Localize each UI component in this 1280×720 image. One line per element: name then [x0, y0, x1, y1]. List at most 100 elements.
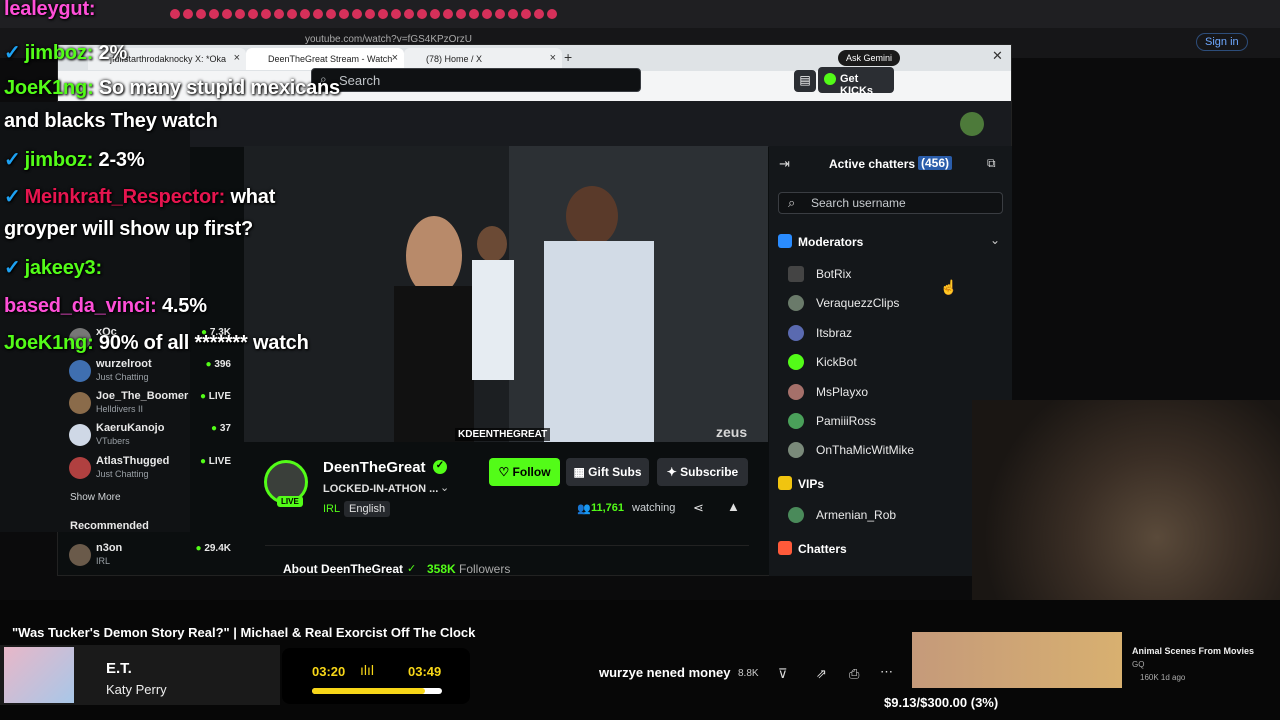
- streamer-name[interactable]: DeenTheGreat: [323, 459, 426, 476]
- recommended-title[interactable]: Animal Scenes From Movies: [1132, 646, 1254, 656]
- search-input[interactable]: ⌕ Search: [311, 68, 641, 92]
- tab-label: DeenTheGreat Stream - Watch: [268, 54, 393, 64]
- chat-username: Meinkraft_Respector:: [24, 186, 226, 208]
- search-icon: ⌕: [788, 195, 796, 210]
- channel-atlasthugged[interactable]: AtlasThugged Just Chatting LIVE: [69, 455, 239, 487]
- get-kicks-label: Get KICKs: [840, 73, 874, 97]
- chatter-name: Armenian_Rob: [816, 508, 897, 522]
- show-more-link[interactable]: Show More: [70, 492, 121, 503]
- channel-category: Helldivers II: [96, 404, 144, 414]
- chatter-name: KickBot: [816, 355, 857, 369]
- album-art: [4, 647, 74, 703]
- theater-mode-icon[interactable]: ▤: [794, 70, 816, 92]
- user-icon: [788, 295, 804, 311]
- user-avatar[interactable]: [960, 112, 984, 136]
- gift-icon: ▦: [573, 465, 589, 479]
- verified-icon: ✓: [407, 563, 417, 575]
- chevron-down-icon[interactable]: ⌄: [440, 481, 449, 494]
- recommended-channel: GQ: [1132, 660, 1145, 669]
- window-close-icon[interactable]: ✕: [992, 48, 1003, 64]
- username-search-input[interactable]: ⌕ Search username: [778, 192, 1003, 214]
- heart-icon: ♡: [498, 465, 513, 479]
- youtube-video-title[interactable]: "Was Tucker's Demon Story Real?" | Micha…: [12, 625, 475, 640]
- chatters-section-header[interactable]: Chatters: [778, 541, 847, 556]
- gift-subs-button[interactable]: ▦ Gift Subs: [566, 458, 649, 486]
- follow-label: Follow: [512, 465, 551, 479]
- chat-username: jakeey3:: [24, 257, 103, 279]
- user-icon: [788, 413, 804, 429]
- channel-watermark: KDEENTHEGREAT: [455, 428, 551, 441]
- follow-button[interactable]: ♡ Follow: [489, 458, 560, 486]
- chat-text: what: [230, 186, 276, 208]
- chat-text: 2-3%: [98, 149, 145, 171]
- chat-username: JoeK1ng:: [4, 332, 94, 354]
- channel-kaerukanojo[interactable]: KaeruKanojo VTubers 37: [69, 422, 239, 454]
- collapse-panel-icon[interactable]: ⇥: [779, 156, 790, 172]
- chatter-name: PamiiiRoss: [816, 414, 877, 428]
- dislike-icon[interactable]: ⊽: [778, 666, 788, 682]
- chat-text: groyper will show up first?: [4, 218, 254, 240]
- search-placeholder: Search: [339, 73, 381, 88]
- channel-wurzelroot[interactable]: wurzelroot Just Chatting 396: [69, 358, 239, 390]
- vip-badge-icon: [778, 476, 792, 490]
- user-icon: [788, 354, 804, 370]
- channel-name: AtlasThugged: [96, 455, 170, 467]
- channel-n3on[interactable]: n3on IRL 29.4K: [69, 542, 239, 574]
- outer-signin-button[interactable]: Sign in: [1196, 33, 1248, 51]
- chat-message: ✓ jakeey3:: [4, 255, 102, 280]
- stream-title: LOCKED-IN-ATHON ...: [323, 483, 439, 495]
- new-tab-icon[interactable]: +: [564, 49, 572, 65]
- chatter-name: Itsbraz: [816, 326, 853, 340]
- user-icon: [788, 507, 804, 523]
- category-link[interactable]: IRL: [323, 503, 340, 515]
- chat-username: based_da_vinci:: [4, 295, 157, 317]
- user-icon: [788, 384, 804, 400]
- song-timer: 03:20 ılıl 03:49: [282, 648, 470, 704]
- chatter-count: (456): [918, 156, 953, 170]
- ask-gemini-button[interactable]: Ask Gemini: [838, 50, 901, 66]
- close-icon[interactable]: ×: [392, 52, 398, 64]
- report-icon[interactable]: ▲: [727, 499, 740, 514]
- vips-section-header[interactable]: VIPs: [778, 476, 824, 491]
- kicks-coin-icon: [824, 73, 836, 85]
- chevron-down-icon[interactable]: ⌄: [990, 233, 1000, 247]
- chat-username: jimboz:: [24, 42, 94, 64]
- panel-title: Active chatters: [829, 157, 916, 171]
- chatter-name: BotRix: [816, 267, 852, 281]
- channel-joe-the-boomer[interactable]: Joe_The_Boomer Helldivers II LIVE: [69, 390, 239, 422]
- user-icon: [788, 442, 804, 458]
- verified-icon: ✓: [4, 42, 21, 64]
- video-frame: [244, 146, 768, 442]
- recommended-thumbnail[interactable]: [912, 632, 1122, 688]
- recommended-meta: 160K 1d ago: [1140, 673, 1186, 682]
- donation-goal: $9.13/$300.00 (3%): [884, 695, 999, 710]
- live-badge: LIVE: [277, 496, 303, 507]
- moderator-badge-icon: [778, 234, 792, 248]
- tab-deenthegreat[interactable]: DeenTheGreat Stream - Watch ×: [246, 48, 404, 70]
- song-title: E.T.: [106, 660, 132, 677]
- get-kicks-button[interactable]: Get KICKs: [818, 67, 894, 97]
- popout-icon[interactable]: ⧉: [987, 156, 996, 171]
- share-icon[interactable]: ⋖: [693, 500, 704, 516]
- star-icon: ✦: [666, 465, 681, 479]
- channel-name: n3on: [96, 542, 123, 554]
- subscribe-button[interactable]: ✦ Subscribe: [657, 458, 748, 486]
- more-options-icon[interactable]: ⋯: [880, 664, 893, 680]
- save-icon[interactable]: ⎙: [849, 666, 859, 682]
- song-artist: Katy Perry: [106, 682, 167, 697]
- moderators-section-header[interactable]: Moderators: [778, 234, 863, 249]
- channel-category: Just Chatting: [96, 372, 149, 382]
- tab-x-home[interactable]: (78) Home / X ×: [404, 48, 562, 70]
- language-tag[interactable]: English: [344, 501, 391, 517]
- share-icon[interactable]: ⇗: [816, 666, 827, 682]
- time-total: 03:49: [408, 664, 442, 679]
- verified-icon: ✓: [4, 257, 21, 279]
- close-icon[interactable]: ×: [550, 52, 556, 64]
- chat-text: and blacks They watch: [4, 110, 218, 132]
- followers-label: Followers: [459, 562, 511, 576]
- chat-message: JoeK1ng: 90% of all ******* watch: [4, 332, 309, 355]
- close-icon[interactable]: ×: [234, 52, 240, 64]
- video-player[interactable]: [244, 146, 768, 442]
- about-title: About DeenTheGreat: [283, 562, 404, 576]
- watching-label: watching: [632, 502, 676, 514]
